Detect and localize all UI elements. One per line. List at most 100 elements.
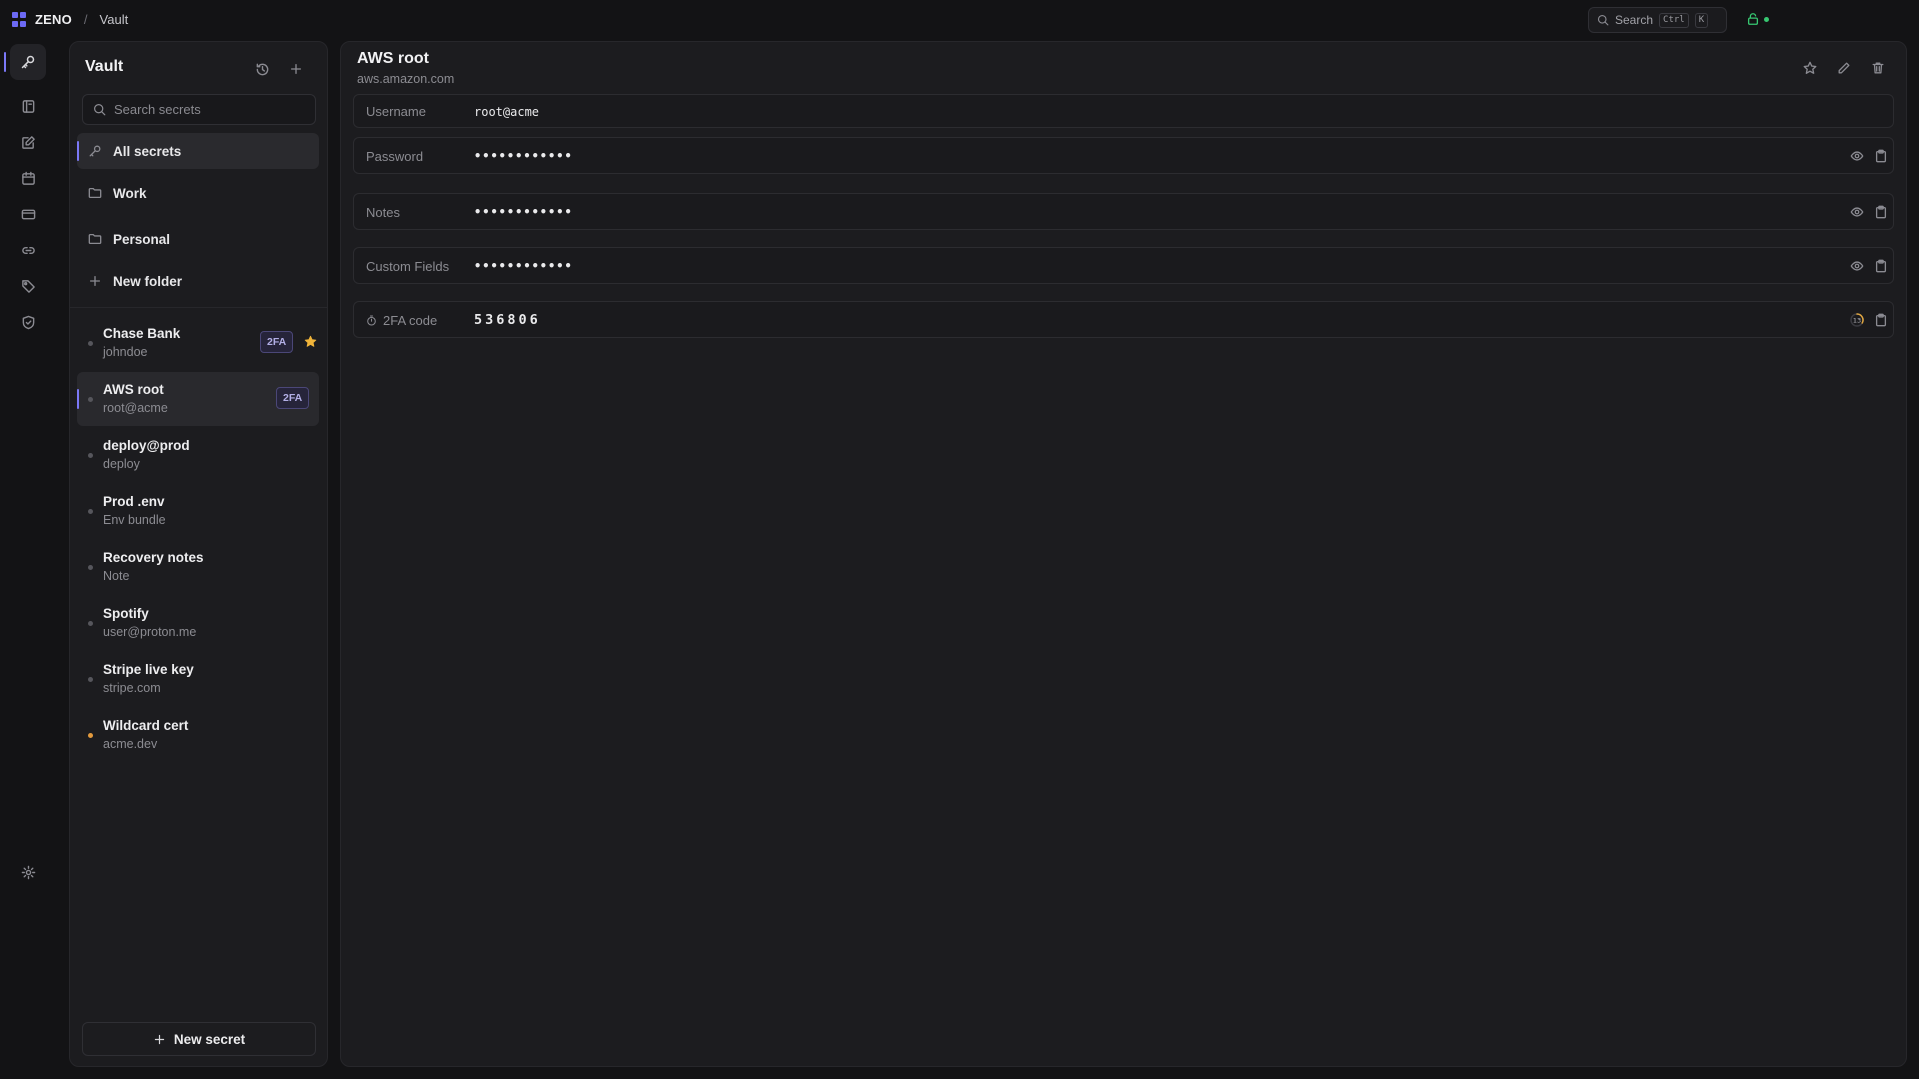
secret-detail-panel: AWS root aws.amazon.com Username root@ac… xyxy=(340,41,1907,1067)
plus-icon xyxy=(89,275,101,287)
clipboard-icon xyxy=(1875,149,1887,163)
entry-dot xyxy=(88,677,93,682)
key-icon xyxy=(89,145,101,157)
global-search-button[interactable]: Search Ctrl K xyxy=(1588,7,1727,33)
2fa-badge: 2FA xyxy=(260,331,294,353)
field-value: •••••••••••• xyxy=(474,149,573,163)
entry-dot xyxy=(88,565,93,570)
global-search-label: Search xyxy=(1615,13,1654,27)
entry-subtitle: root@acme xyxy=(103,401,168,415)
history-icon xyxy=(256,63,268,75)
secret-entry[interactable]: Wildcard cert acme.dev xyxy=(77,708,319,762)
secret-entry[interactable]: Stripe live key stripe.com xyxy=(77,652,319,706)
folder-icon xyxy=(88,187,102,199)
entry-dot xyxy=(88,453,93,458)
entry-subtitle: stripe.com xyxy=(103,681,161,695)
entry-title: AWS root xyxy=(103,382,164,397)
entry-subtitle: Note xyxy=(103,569,130,583)
folder-label: All secrets xyxy=(113,143,182,159)
field-label: Password xyxy=(366,149,424,164)
breadcrumb: ZENO / Vault xyxy=(12,12,128,27)
reveal-button[interactable] xyxy=(1846,201,1868,223)
copy-button[interactable] xyxy=(1870,309,1892,331)
eye-icon xyxy=(1850,151,1864,161)
entry-subtitle: user@proton.me xyxy=(103,625,197,639)
left-rail xyxy=(0,44,56,1079)
entry-title: Prod .env xyxy=(103,494,165,509)
link-icon xyxy=(21,246,35,254)
timer-icon xyxy=(367,315,376,326)
clipboard-icon xyxy=(1875,205,1887,219)
rail-editor-button[interactable] xyxy=(10,124,46,160)
pencil-icon xyxy=(1838,62,1850,74)
field-value[interactable]: root@acme xyxy=(474,105,539,119)
search-secrets-input[interactable] xyxy=(114,102,304,117)
rail-tags-button[interactable] xyxy=(10,268,46,304)
tag-icon xyxy=(21,279,35,293)
trash-icon xyxy=(1872,62,1884,74)
rail-cards-button[interactable] xyxy=(10,196,46,232)
eye-icon xyxy=(1850,207,1864,217)
breadcrumb-current[interactable]: Vault xyxy=(100,12,129,27)
folder-all-secrets[interactable]: All secrets xyxy=(77,133,319,169)
entry-subtitle: acme.dev xyxy=(103,737,158,751)
reveal-button[interactable] xyxy=(1846,145,1868,167)
secret-entry[interactable]: Spotify user@proton.me xyxy=(77,596,319,650)
entry-title: Wildcard cert xyxy=(103,718,189,733)
entry-subtitle: Env bundle xyxy=(103,513,166,527)
entry-dot xyxy=(88,621,93,626)
favorite-button[interactable] xyxy=(1799,57,1821,79)
entry-dot xyxy=(88,397,93,402)
plus-icon xyxy=(154,1034,165,1044)
rail-notes-button[interactable] xyxy=(10,88,46,124)
vault-lock-status[interactable] xyxy=(1746,12,1769,26)
sidebar-divider xyxy=(70,307,327,308)
totp-countdown: 13 xyxy=(1846,309,1868,331)
secret-entry[interactable]: Recovery notes Note xyxy=(77,540,319,594)
rail-calendar-button[interactable] xyxy=(10,160,46,196)
plus-icon xyxy=(290,63,302,75)
delete-button[interactable] xyxy=(1867,57,1889,79)
secret-entry[interactable]: AWS root root@acme 2FA xyxy=(77,372,319,426)
app-name[interactable]: ZENO xyxy=(35,12,72,27)
countdown-seconds: 13 xyxy=(1853,317,1861,325)
kbd-ctrl: Ctrl xyxy=(1659,12,1689,28)
new-folder-button[interactable]: New folder xyxy=(77,263,319,299)
search-icon xyxy=(94,104,106,116)
field-value[interactable]: 536806 xyxy=(474,312,541,328)
copy-button[interactable] xyxy=(1870,201,1892,223)
entry-subtitle: deploy xyxy=(103,457,140,471)
entry-subtitle: johndoe xyxy=(103,345,148,359)
rail-settings-button[interactable] xyxy=(10,854,46,890)
secret-entry[interactable]: deploy@prod deploy xyxy=(77,428,319,482)
folder-work[interactable]: Work xyxy=(77,175,319,211)
edit-button[interactable] xyxy=(1833,57,1855,79)
star-icon[interactable] xyxy=(304,335,317,348)
entry-title: deploy@prod xyxy=(103,438,190,453)
entry-title: Recovery notes xyxy=(103,550,204,565)
notebook-icon xyxy=(22,99,34,113)
2fa-badge: 2FA xyxy=(276,387,310,409)
folder-personal[interactable]: Personal xyxy=(77,221,319,257)
folder-label: Personal xyxy=(113,231,171,247)
new-secret-button[interactable]: New secret xyxy=(82,1022,316,1056)
add-button[interactable] xyxy=(285,58,307,80)
entry-dot xyxy=(88,509,93,514)
reveal-button[interactable] xyxy=(1846,255,1868,277)
rail-vault-button[interactable] xyxy=(4,44,46,80)
history-button[interactable] xyxy=(251,58,273,80)
secrets-search xyxy=(82,94,316,125)
secret-entry[interactable]: Prod .env Env bundle xyxy=(77,484,319,538)
secret-entry[interactable]: Chase Bank johndoe 2FA xyxy=(77,316,319,370)
copy-button[interactable] xyxy=(1870,145,1892,167)
star-icon xyxy=(1803,61,1817,74)
rail-links-button[interactable] xyxy=(10,232,46,268)
folder-label: Work xyxy=(113,185,147,201)
breadcrumb-separator: / xyxy=(83,12,88,27)
vault-title: Vault xyxy=(85,58,124,75)
rail-security-button[interactable] xyxy=(10,304,46,340)
eye-icon xyxy=(1850,261,1864,271)
gear-icon xyxy=(21,865,35,879)
copy-button[interactable] xyxy=(1870,255,1892,277)
kbd-k: K xyxy=(1694,12,1709,28)
